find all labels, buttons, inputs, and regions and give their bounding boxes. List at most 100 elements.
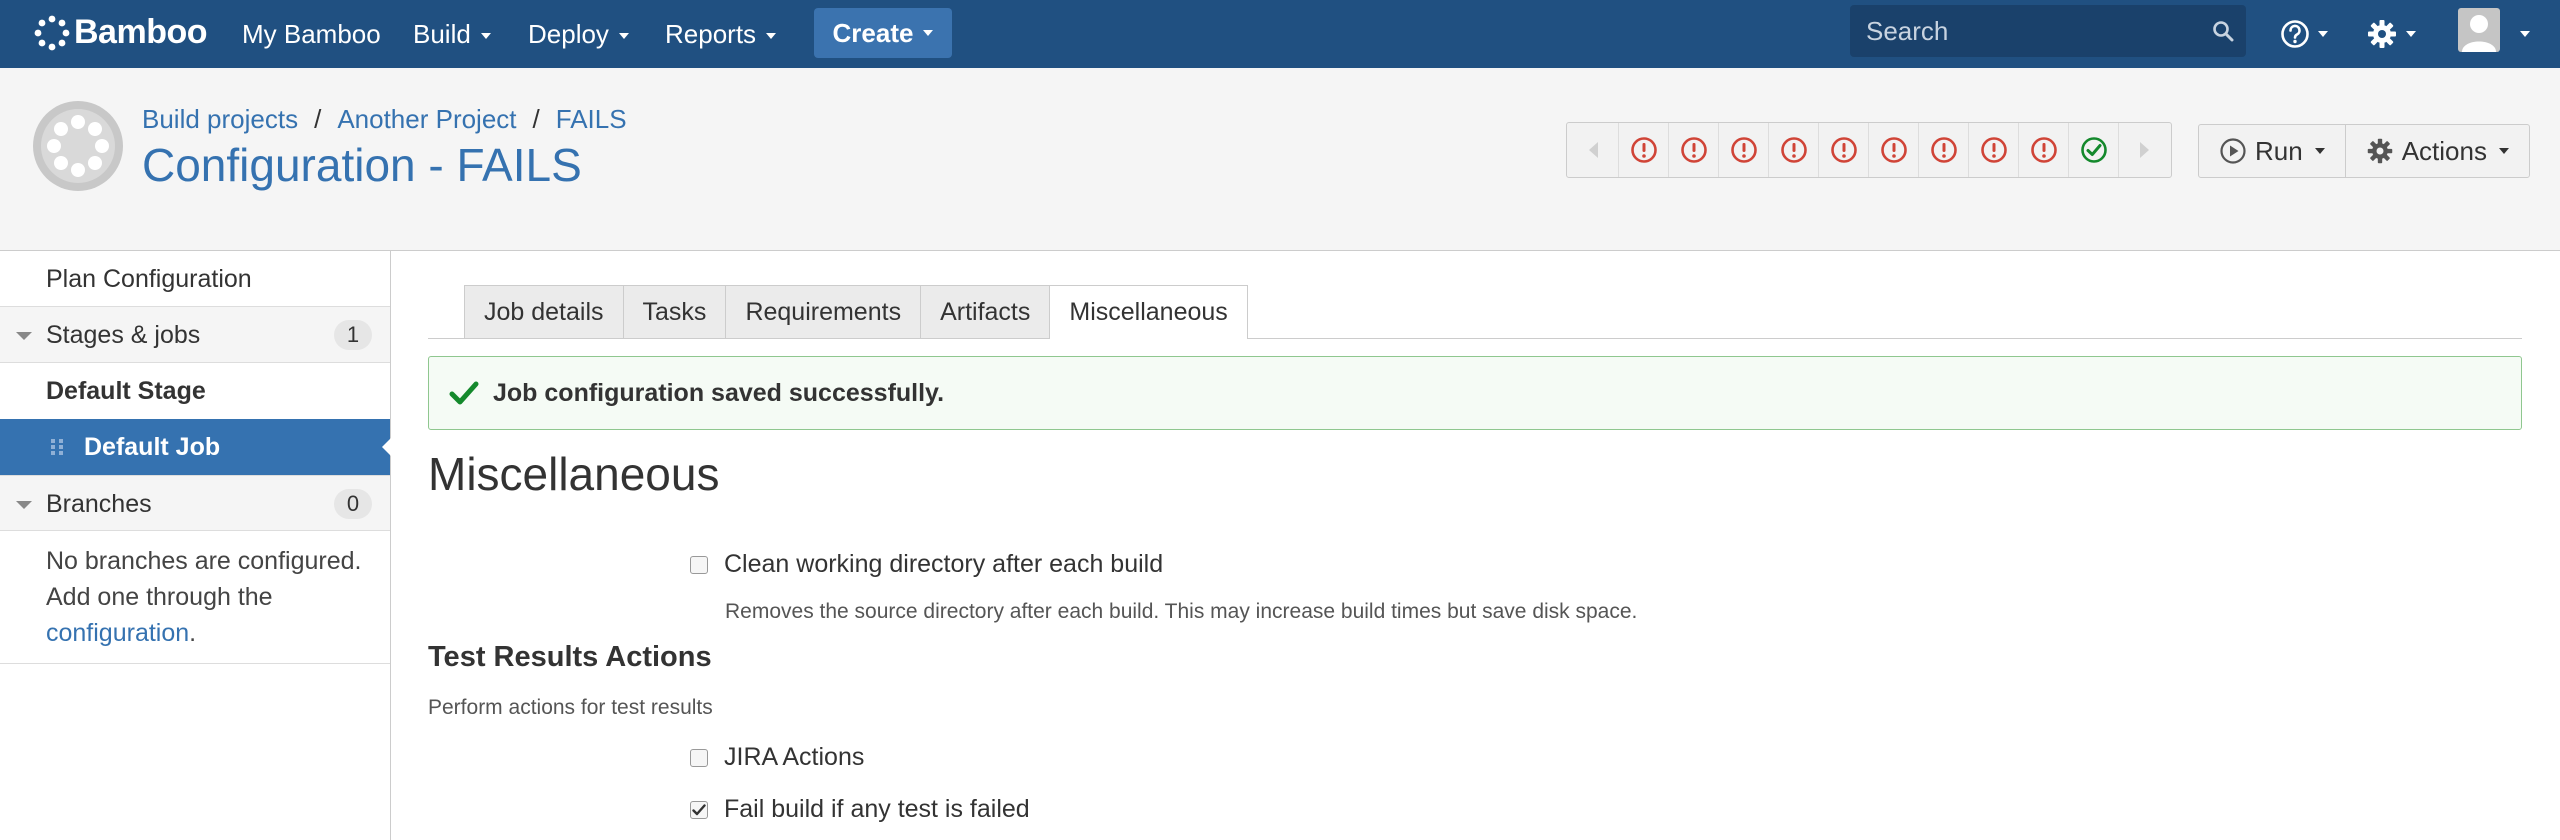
success-message: Job configuration saved successfully. <box>428 356 2522 430</box>
logo-text: Bamboo <box>74 13 208 51</box>
chevron-down-icon <box>2314 148 2325 154</box>
user-avatar[interactable] <box>2458 8 2500 52</box>
build-failed-icon <box>1680 137 1707 163</box>
fail-build-option[interactable]: Fail build if any test is failed <box>690 795 1030 824</box>
clean-working-directory-option[interactable]: Clean working directory after each build <box>690 550 1163 579</box>
check-icon <box>449 381 479 405</box>
search-input[interactable] <box>1850 14 2198 48</box>
build-failed-icon <box>1880 137 1907 163</box>
sidebar-item-default-job[interactable]: Default Job <box>0 419 391 475</box>
nav-build[interactable]: Build <box>413 14 491 54</box>
fail-build-checkbox[interactable] <box>690 800 708 819</box>
test-results-description: Perform actions for test results <box>428 696 713 719</box>
sidebar-item-label: Branches <box>46 490 152 518</box>
gear-icon <box>2367 138 2392 164</box>
tab-tasks[interactable]: Tasks <box>622 285 727 338</box>
clean-working-directory-checkbox[interactable] <box>690 555 708 574</box>
user-menu-toggle[interactable] <box>2510 10 2530 58</box>
build-result-failed[interactable] <box>1769 123 1819 177</box>
build-result-successful[interactable] <box>2069 123 2119 177</box>
sidebar-item-label: Plan Configuration <box>46 265 252 293</box>
actions-button[interactable]: Actions <box>2344 125 2529 177</box>
chevron-down-icon <box>766 33 777 40</box>
branches-note-line-1: No branches are configured. <box>46 547 362 575</box>
nav-deploy[interactable]: Deploy <box>528 14 629 54</box>
build-result-failed[interactable] <box>1619 123 1669 177</box>
test-results-heading: Test Results Actions <box>428 641 712 673</box>
help-menu[interactable] <box>2280 10 2328 58</box>
search-icon[interactable] <box>2212 20 2234 42</box>
chevron-down-icon <box>480 33 491 40</box>
plan-actions: Run Actions <box>2198 124 2530 178</box>
create-button-label: Create <box>832 17 914 48</box>
checkmark-icon <box>692 803 706 815</box>
page-title: Configuration - FAILS <box>142 139 582 191</box>
sidebar-item-plan-configuration[interactable]: Plan Configuration <box>0 251 390 307</box>
nav-reports[interactable]: Reports <box>665 14 777 54</box>
chevron-down-icon <box>2498 148 2509 154</box>
build-history <box>1566 122 2172 178</box>
nav-my-bamboo-label: My Bamboo <box>242 19 381 49</box>
breadcrumb-build-projects[interactable]: Build projects <box>142 104 298 134</box>
breadcrumb-another-project[interactable]: Another Project <box>337 104 516 134</box>
branches-configuration-link[interactable]: configuration <box>46 619 189 647</box>
chevron-down-icon <box>618 33 629 40</box>
build-result-failed[interactable] <box>1819 123 1869 177</box>
build-failed-icon <box>2030 137 2057 163</box>
user-icon <box>2462 15 2496 52</box>
nav-reports-label: Reports <box>665 19 757 49</box>
build-failed-icon <box>1780 137 1807 163</box>
sidebar-item-label: Default Job <box>84 433 221 461</box>
run-button[interactable]: Run <box>2199 125 2345 177</box>
success-message-text: Job configuration saved successfully. <box>493 378 945 407</box>
clean-working-directory-label: Clean working directory after each build <box>724 550 1164 578</box>
build-failed-icon <box>1930 137 1957 163</box>
tab-miscellaneous[interactable]: Miscellaneous <box>1049 285 1248 339</box>
search-box <box>1850 5 2246 57</box>
tab-requirements[interactable]: Requirements <box>725 285 922 338</box>
plan-avatar-icon <box>33 101 123 191</box>
page-header: Build projects / Another Project / FAILS Con… <box>0 68 2560 251</box>
collapse-triangle-icon[interactable] <box>16 332 32 340</box>
bamboo-logo[interactable]: Bamboo <box>34 13 208 52</box>
build-failed-icon <box>1830 137 1857 163</box>
tab-artifacts[interactable]: Artifacts <box>920 285 1051 338</box>
build-result-failed[interactable] <box>1969 123 2019 177</box>
gear-icon <box>2368 20 2396 48</box>
settings-menu[interactable] <box>2366 10 2416 58</box>
jira-actions-option[interactable]: JIRA Actions <box>690 743 864 772</box>
build-result-failed[interactable] <box>1719 123 1769 177</box>
drag-handle-icon[interactable] <box>50 437 66 457</box>
jira-actions-label: JIRA Actions <box>724 743 865 771</box>
build-failed-icon <box>1980 137 2007 163</box>
tab-job-details[interactable]: Job details <box>464 285 624 338</box>
fail-build-label: Fail build if any test is failed <box>724 795 1030 823</box>
build-failed-icon <box>1730 137 1757 163</box>
nav-my-bamboo[interactable]: My Bamboo <box>242 14 381 54</box>
history-previous-button[interactable] <box>1567 123 1619 177</box>
sidebar-group-stages-jobs[interactable]: Stages & jobs 1 <box>0 307 390 363</box>
build-result-failed[interactable] <box>1919 123 1969 177</box>
branches-note-period: . <box>189 619 197 647</box>
create-button[interactable]: Create <box>814 8 952 58</box>
sidebar-item-default-stage[interactable]: Default Stage <box>0 363 390 419</box>
jira-actions-checkbox[interactable] <box>690 748 708 767</box>
sidebar-group-branches[interactable]: Branches 0 <box>0 475 390 531</box>
section-heading: Miscellaneous <box>428 448 720 500</box>
chevron-down-icon <box>923 30 934 36</box>
build-success-icon <box>2080 137 2107 163</box>
collapse-triangle-icon[interactable] <box>16 501 32 509</box>
nav-build-label: Build <box>413 19 471 49</box>
actions-button-label: Actions <box>2401 135 2487 166</box>
play-icon <box>2220 138 2246 164</box>
chevron-down-icon <box>2520 31 2530 37</box>
build-result-failed[interactable] <box>1669 123 1719 177</box>
sidebar-item-label: Default Stage <box>46 377 206 405</box>
branches-count-badge: 0 <box>334 489 372 519</box>
run-button-label: Run <box>2255 135 2303 166</box>
history-next-button[interactable] <box>2119 123 2171 177</box>
breadcrumb-fails[interactable]: FAILS <box>556 104 627 134</box>
build-result-failed[interactable] <box>1869 123 1919 177</box>
build-result-failed[interactable] <box>2019 123 2069 177</box>
arrow-left-icon <box>1588 142 1598 158</box>
